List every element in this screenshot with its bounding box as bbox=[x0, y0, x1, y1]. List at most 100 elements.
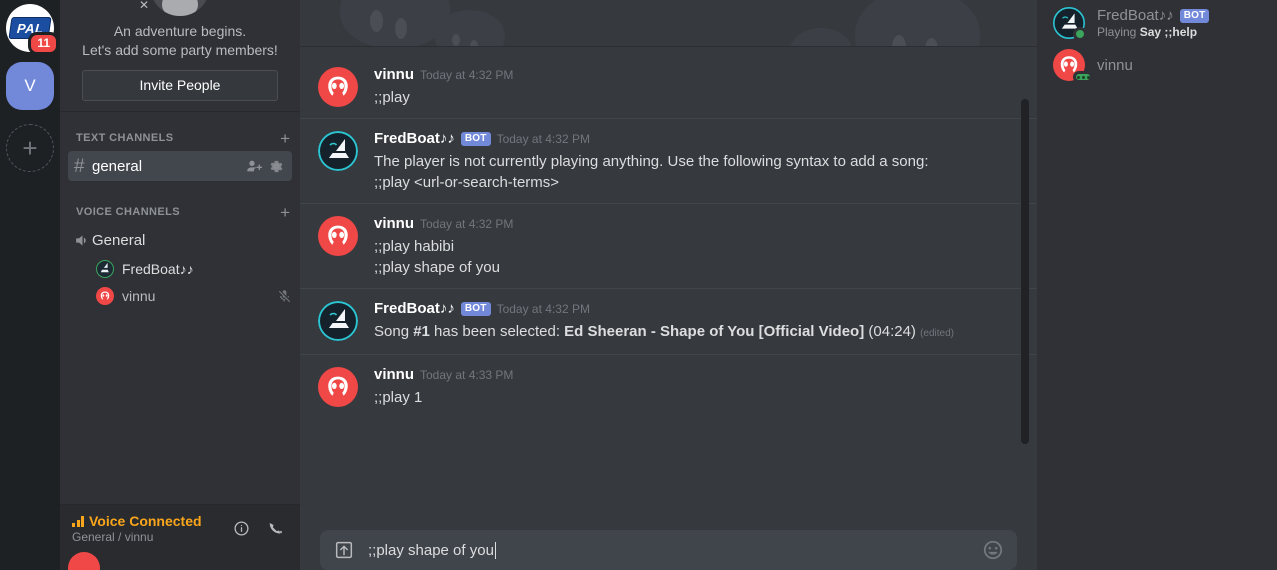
message-author[interactable]: FredBoat♪♪ bbox=[374, 301, 455, 317]
server-rail: PAL 11 V + bbox=[0, 0, 60, 570]
signal-strength-icon bbox=[72, 515, 84, 527]
member-activity: Playing Say ;;help bbox=[1097, 25, 1209, 39]
server-icon-pal[interactable]: PAL 11 bbox=[6, 4, 59, 55]
message-item: vinnu Today at 4:32 PM ;;play habibi ;;p… bbox=[300, 203, 1037, 288]
edited-marker: (edited) bbox=[920, 328, 954, 339]
fredboat-voice-avatar bbox=[96, 260, 114, 278]
voice-member-vinnu-name: vinnu bbox=[122, 288, 156, 304]
presence-online-indicator bbox=[1073, 27, 1087, 41]
member-item-vinnu[interactable]: vinnu bbox=[1037, 44, 1277, 86]
song-duration: (04:24) bbox=[864, 323, 916, 340]
server-icon-v[interactable]: V bbox=[6, 62, 54, 110]
add-server-button[interactable]: + bbox=[6, 124, 54, 172]
message-author[interactable]: vinnu bbox=[374, 216, 414, 232]
chat-header-banner bbox=[300, 0, 1037, 47]
info-icon[interactable] bbox=[233, 520, 250, 537]
wumpus-eye-4 bbox=[470, 40, 478, 46]
add-voice-channel-button[interactable]: + bbox=[280, 204, 290, 221]
invite-people-button[interactable]: Invite People bbox=[82, 70, 278, 101]
avatar[interactable] bbox=[318, 367, 358, 407]
voice-member-fredboat[interactable]: FredBoat♪♪ bbox=[68, 256, 292, 282]
fredboat-logo-icon bbox=[318, 131, 358, 171]
channel-item-general[interactable]: # general bbox=[68, 151, 292, 181]
member-activity-bold: Say ;;help bbox=[1139, 25, 1198, 39]
member-name: vinnu bbox=[1097, 56, 1133, 74]
server-badge-pal: 11 bbox=[28, 32, 59, 55]
plus-icon: + bbox=[22, 132, 38, 163]
avatar bbox=[1053, 7, 1087, 41]
message-input-value: ;;play shape of you bbox=[368, 541, 494, 559]
channel-settings-gear-icon[interactable] bbox=[269, 159, 284, 174]
message-text: ;;play habibi bbox=[374, 238, 455, 255]
category-voice-channels[interactable]: VOICE CHANNELS + bbox=[60, 200, 300, 224]
vinnu-voice-avatar bbox=[96, 287, 114, 305]
invite-line-2: Let's add some party members! bbox=[82, 42, 278, 58]
member-list: FredBoat♪♪ BOT Playing Say ;;help vinnu bbox=[1037, 0, 1277, 570]
server-icon-v-label: V bbox=[24, 76, 36, 95]
wumpus-eye-2 bbox=[395, 18, 407, 39]
message-scrollbar-thumb[interactable] bbox=[1021, 99, 1029, 444]
avatar[interactable] bbox=[318, 131, 358, 171]
message-timestamp: Today at 4:32 PM bbox=[496, 132, 590, 146]
voice-status-subtitle: General / vinnu bbox=[72, 530, 154, 544]
composer-area: ;;play shape of you bbox=[300, 530, 1037, 570]
message-author[interactable]: vinnu bbox=[374, 367, 414, 383]
avatar[interactable] bbox=[318, 301, 358, 341]
message-text: ;;play <url-or-search-terms> bbox=[374, 174, 560, 191]
song-prefix: Song bbox=[374, 323, 414, 340]
wumpus-eye-3 bbox=[452, 34, 460, 46]
message-timestamp: Today at 4:33 PM bbox=[420, 368, 514, 382]
category-voice-channels-label: VOICE CHANNELS bbox=[76, 206, 180, 218]
speaker-icon bbox=[74, 232, 92, 249]
member-activity-prefix: Playing bbox=[1097, 25, 1140, 39]
message-item: FredBoat♪♪ BOT Today at 4:32 PM Song #1 … bbox=[300, 288, 1037, 354]
voice-member-fredboat-name: FredBoat♪♪ bbox=[122, 261, 194, 277]
song-middle: has been selected: bbox=[429, 323, 565, 340]
voice-connected-label: Voice Connected bbox=[89, 513, 202, 529]
fredboat-logo-icon bbox=[318, 301, 358, 341]
channel-sidebar: ✕ • An adventure begins. Let's add some … bbox=[60, 0, 300, 570]
text-caret bbox=[494, 541, 496, 559]
invite-member-icon[interactable] bbox=[246, 158, 262, 174]
wumpus-shape-3 bbox=[855, 0, 980, 46]
disconnect-call-icon[interactable] bbox=[266, 520, 284, 538]
voice-channel-item-general[interactable]: General bbox=[68, 225, 292, 255]
song-title: Ed Sheeran - Shape of You [Official Vide… bbox=[564, 323, 865, 340]
current-user-avatar[interactable] bbox=[68, 552, 100, 570]
category-text-channels[interactable]: TEXT CHANNELS + bbox=[60, 126, 300, 150]
message-text: ;;play shape of you bbox=[374, 259, 500, 276]
discord-app: PAL 11 V + ✕ • An adventure begins. Let'… bbox=[0, 0, 1277, 570]
message-composer[interactable]: ;;play shape of you bbox=[320, 530, 1017, 570]
wumpus-eye-1 bbox=[370, 10, 383, 32]
chat-main: vinnu Today at 4:32 PM ;;play FredBoat♪♪… bbox=[300, 0, 1037, 570]
muted-microphone-icon bbox=[277, 289, 292, 304]
avatar[interactable] bbox=[318, 216, 358, 256]
message-timestamp: Today at 4:32 PM bbox=[420, 217, 514, 231]
upload-file-icon[interactable] bbox=[320, 539, 368, 561]
member-item-fredboat[interactable]: FredBoat♪♪ BOT Playing Say ;;help bbox=[1037, 2, 1277, 44]
message-timestamp: Today at 4:32 PM bbox=[420, 68, 514, 82]
message-timestamp: Today at 4:32 PM bbox=[496, 302, 590, 316]
voice-member-vinnu[interactable]: vinnu bbox=[68, 283, 292, 309]
message-text: ;;play bbox=[374, 89, 410, 106]
voice-channel-name-general: General bbox=[92, 231, 146, 249]
channel-name-general: general bbox=[92, 157, 143, 175]
message-text: ;;play 1 bbox=[374, 389, 423, 406]
message-author[interactable]: FredBoat♪♪ bbox=[374, 131, 455, 147]
bot-badge: BOT bbox=[460, 302, 491, 316]
presence-mobile-indicator bbox=[1073, 71, 1093, 83]
message-author[interactable]: vinnu bbox=[374, 67, 414, 83]
emoji-picker-icon[interactable] bbox=[969, 539, 1017, 561]
message-item: FredBoat♪♪ BOT Today at 4:32 PM The play… bbox=[300, 118, 1037, 203]
message-list: vinnu Today at 4:32 PM ;;play FredBoat♪♪… bbox=[300, 47, 1037, 530]
channel-list: TEXT CHANNELS + # general VOICE CHANNELS bbox=[60, 112, 300, 504]
user-panel bbox=[60, 552, 300, 570]
message-text-rich: Song #1 has been selected: Ed Sheeran - … bbox=[374, 321, 1017, 344]
category-text-channels-label: TEXT CHANNELS bbox=[76, 132, 174, 144]
message-scrollbar-track[interactable] bbox=[1021, 47, 1029, 530]
message-input[interactable]: ;;play shape of you bbox=[368, 541, 969, 559]
add-text-channel-button[interactable]: + bbox=[280, 130, 290, 147]
member-name: FredBoat♪♪ bbox=[1097, 7, 1174, 24]
avatar[interactable] bbox=[318, 67, 358, 107]
invite-panel: ✕ • An adventure begins. Let's add some … bbox=[60, 0, 300, 112]
